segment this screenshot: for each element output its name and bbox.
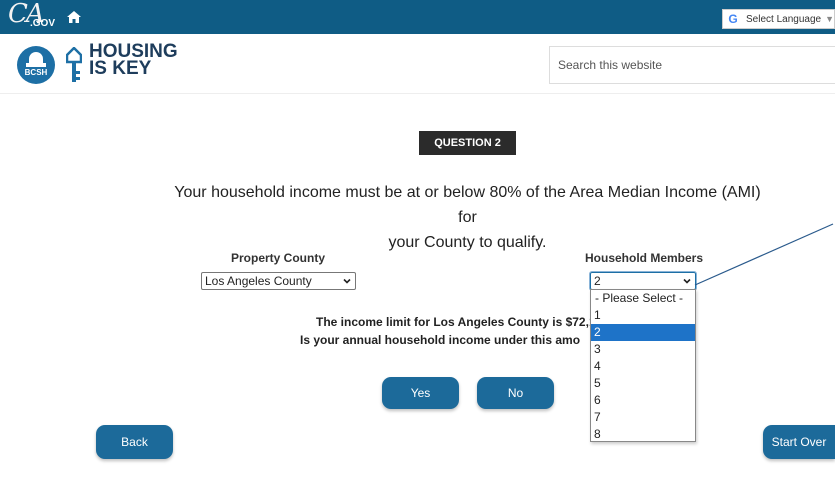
income-question-line: Is your annual household income under th… bbox=[300, 333, 581, 347]
ca-logo-subtext: .GOV bbox=[30, 18, 56, 29]
housing-is-key-logo[interactable]: HOUSING IS KEY bbox=[89, 42, 178, 79]
option-8[interactable]: 8 bbox=[591, 426, 695, 443]
house-key-icon bbox=[66, 47, 82, 82]
county-select-value: Los Angeles County bbox=[205, 274, 312, 288]
home-icon[interactable] bbox=[67, 11, 81, 23]
language-select[interactable]: G Select Language ▼ bbox=[722, 9, 835, 29]
chevron-down-icon bbox=[343, 278, 351, 284]
back-button[interactable]: Back bbox=[96, 425, 173, 459]
language-label: Select Language bbox=[746, 13, 822, 25]
option-4[interactable]: 4 bbox=[591, 358, 695, 375]
gov-top-bar: CA .GOV G Select Language ▼ bbox=[0, 0, 835, 34]
google-icon: G bbox=[728, 12, 738, 26]
option-6[interactable]: 6 bbox=[591, 392, 695, 409]
no-button[interactable]: No bbox=[477, 377, 554, 409]
option-1[interactable]: 1 bbox=[591, 307, 695, 324]
capitol-base bbox=[26, 63, 46, 67]
household-members-select[interactable]: 2 bbox=[589, 271, 697, 291]
property-county-label: Property County bbox=[231, 251, 326, 265]
yes-button[interactable]: Yes bbox=[382, 377, 459, 409]
search-input[interactable]: Search this website bbox=[549, 46, 835, 84]
site-header: BCSH HOUSING IS KEY Search this website bbox=[0, 34, 835, 94]
property-county-select[interactable]: Los Angeles County bbox=[201, 272, 356, 290]
bcsh-seal-logo[interactable]: BCSH bbox=[17, 46, 55, 84]
income-limit-line: The income limit for Los Angeles County … bbox=[316, 315, 590, 329]
option-7[interactable]: 7 bbox=[591, 409, 695, 426]
income-limit-text: The income limit for Los Angeles County … bbox=[300, 313, 590, 349]
question-badge: QUESTION 2 bbox=[419, 131, 516, 155]
household-members-label: Household Members bbox=[585, 251, 704, 265]
household-members-dropdown[interactable]: - Please Select - 1 2 3 4 5 6 7 8 bbox=[590, 289, 696, 442]
members-select-value: 2 bbox=[594, 274, 601, 288]
option-please-select[interactable]: - Please Select - bbox=[591, 290, 695, 307]
option-2[interactable]: 2 bbox=[591, 324, 695, 341]
start-over-button[interactable]: Start Over bbox=[763, 425, 835, 459]
brand-line-2: IS KEY bbox=[89, 58, 152, 79]
seal-text: BCSH bbox=[24, 68, 48, 77]
annotation-arrow bbox=[694, 223, 834, 286]
question-text: Your household income must be at or belo… bbox=[170, 180, 765, 255]
option-3[interactable]: 3 bbox=[591, 341, 695, 358]
option-5[interactable]: 5 bbox=[591, 375, 695, 392]
language-caret-icon: ▼ bbox=[825, 14, 834, 24]
ca-gov-logo[interactable]: CA .GOV bbox=[8, 0, 56, 31]
question-text-line-1: Your household income must be at or belo… bbox=[174, 184, 761, 226]
